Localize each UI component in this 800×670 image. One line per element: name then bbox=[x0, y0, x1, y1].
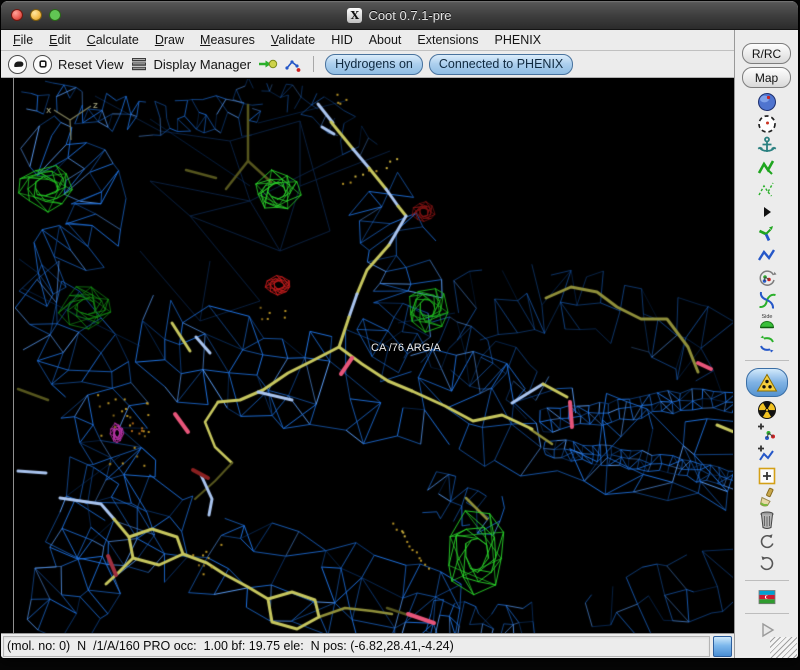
undo-arrow-icon bbox=[756, 531, 778, 553]
tool-play-triangle-button[interactable] bbox=[753, 201, 781, 223]
close-button[interactable] bbox=[11, 9, 23, 21]
frame-line bbox=[13, 78, 14, 633]
flag-icon bbox=[756, 586, 778, 608]
menu-item-draw[interactable]: Draw bbox=[147, 33, 192, 47]
molecule-button[interactable] bbox=[284, 55, 302, 73]
green-dashed-zigzag-icon bbox=[756, 179, 778, 201]
small-square-icon bbox=[37, 58, 49, 70]
status-bar: (mol. no: 0) N /1/A/160 PRO occ: 1.00 bf… bbox=[1, 633, 734, 658]
menu-item-phenix[interactable]: PHENIX bbox=[487, 33, 550, 47]
tool-undo-arrow-button[interactable] bbox=[753, 531, 781, 553]
tool-green-zigzag-button[interactable] bbox=[753, 157, 781, 179]
gl-viewport-area: CA /76 ARG/A bbox=[1, 78, 734, 633]
green-arrow-ball-icon bbox=[257, 54, 278, 74]
menu-item-about[interactable]: About bbox=[361, 33, 410, 47]
tool-bent-bond-button[interactable] bbox=[753, 223, 781, 245]
app-window: X Coot 0.7.1-pre File Edit Calculate Draw Me… bbox=[0, 0, 799, 659]
tool-separator bbox=[744, 613, 789, 614]
tool-green-dashed-zigzag-button[interactable] bbox=[753, 179, 781, 201]
tool-pinwheel-button[interactable] bbox=[753, 289, 781, 311]
toggle-connected-to-phenix[interactable]: Connected to PHENIX bbox=[428, 53, 574, 75]
trash-can-icon bbox=[756, 509, 778, 531]
add-zigzag-icon bbox=[756, 443, 778, 465]
side-toolbar: R/RC Map Side bbox=[734, 30, 798, 658]
tool-swirl-arrows-button[interactable] bbox=[753, 333, 781, 355]
tool-column: Side bbox=[744, 91, 789, 641]
status-frame: (mol. no: 0) N /1/A/160 PRO occ: 1.00 bf… bbox=[3, 635, 710, 657]
resize-grip[interactable] bbox=[770, 637, 797, 658]
green-zigzag-icon bbox=[756, 157, 778, 179]
status-text: (mol. no: 0) N /1/A/160 PRO occ: 1.00 bf… bbox=[7, 639, 454, 653]
map-button[interactable]: Map bbox=[742, 67, 791, 88]
tool-dashed-target-button[interactable] bbox=[753, 113, 781, 135]
display-manager-label[interactable]: Display Manager bbox=[154, 57, 252, 72]
menu-item-validate[interactable]: Validate bbox=[263, 33, 323, 47]
toolbar: Reset View Display Manager Hydrogens on Con… bbox=[1, 51, 734, 78]
tool-paintbrush-button[interactable] bbox=[753, 487, 781, 509]
rrc-button-label: R/RC bbox=[751, 46, 782, 61]
paintbrush-icon bbox=[756, 487, 778, 509]
green-arrow-ball-button[interactable] bbox=[257, 54, 278, 74]
small-square-button[interactable] bbox=[33, 54, 52, 74]
tool-add-molecule-button[interactable] bbox=[753, 421, 781, 443]
x11-icon: X bbox=[347, 7, 363, 23]
add-box-icon bbox=[756, 465, 778, 487]
tool-flag-button[interactable] bbox=[753, 586, 781, 608]
tool-side-chain-sphere-button[interactable]: Side bbox=[753, 311, 781, 333]
menu-item-file[interactable]: File bbox=[5, 33, 41, 47]
molecule-icon bbox=[284, 55, 302, 73]
bent-bond-icon bbox=[756, 223, 778, 245]
menu-item-extensions[interactable]: Extensions bbox=[409, 33, 486, 47]
add-molecule-icon bbox=[756, 421, 778, 443]
tool-add-zigzag-button[interactable] bbox=[753, 443, 781, 465]
tool-blue-sphere-button[interactable] bbox=[753, 91, 781, 113]
menu-bar: File Edit Calculate Draw Measures Validate HID… bbox=[1, 30, 734, 51]
menu-item-edit[interactable]: Edit bbox=[41, 33, 79, 47]
tool-add-box-button[interactable] bbox=[753, 465, 781, 487]
play-triangle-icon bbox=[756, 201, 778, 223]
tool-redo-arrow-button[interactable] bbox=[753, 553, 781, 575]
tool-warning-triangle-button[interactable] bbox=[745, 368, 788, 397]
warning-triangle-icon bbox=[756, 372, 778, 394]
blue-zigzag-icon bbox=[756, 245, 778, 267]
page-title: Coot 0.7.1-pre bbox=[368, 7, 452, 23]
tool-radiation-trefoil-button[interactable] bbox=[753, 399, 781, 421]
layer-stack-icon bbox=[130, 55, 148, 73]
window-controls bbox=[11, 9, 61, 21]
anchor-icon bbox=[756, 135, 778, 157]
side-chain-sphere-icon: Side bbox=[756, 311, 778, 333]
dashed-target-icon bbox=[756, 113, 778, 135]
redo-arrow-icon bbox=[756, 553, 778, 575]
toggle-hydrogens-on[interactable]: Hydrogens on bbox=[325, 53, 423, 75]
pinwheel-icon bbox=[756, 289, 778, 311]
tool-separator bbox=[744, 580, 789, 581]
tool-blue-zigzag-button[interactable] bbox=[753, 245, 781, 267]
rotate-fragment-icon bbox=[756, 267, 778, 289]
tool-separator bbox=[744, 360, 789, 361]
menu-item-measures[interactable]: Measures bbox=[192, 33, 263, 47]
menu-item-hid[interactable]: HID bbox=[323, 33, 361, 47]
layer-stack-button[interactable] bbox=[130, 55, 148, 73]
tool-rotate-fragment-button[interactable] bbox=[753, 267, 781, 289]
toolbar-separator bbox=[313, 56, 315, 72]
title-bar[interactable]: X Coot 0.7.1-pre bbox=[1, 1, 798, 30]
zoom-button[interactable] bbox=[49, 9, 61, 21]
map-button-label: Map bbox=[754, 70, 779, 85]
half-disc-button[interactable] bbox=[8, 54, 27, 74]
pane-handle[interactable] bbox=[713, 635, 732, 657]
atom-label: CA /76 ARG/A bbox=[371, 342, 441, 354]
window-title: X Coot 0.7.1-pre bbox=[1, 7, 798, 23]
half-disc-icon bbox=[12, 58, 24, 70]
tool-trash-can-button[interactable] bbox=[753, 509, 781, 531]
blue-sphere-icon bbox=[756, 91, 778, 113]
minimize-button[interactable] bbox=[30, 9, 42, 21]
menu-item-calculate[interactable]: Calculate bbox=[79, 33, 147, 47]
svg-text:Side: Side bbox=[761, 314, 772, 320]
tool-anchor-button[interactable] bbox=[753, 135, 781, 157]
gl-canvas[interactable] bbox=[15, 79, 733, 633]
rrc-button[interactable]: R/RC bbox=[742, 43, 791, 64]
swirl-arrows-icon bbox=[756, 333, 778, 355]
radiation-trefoil-icon bbox=[756, 399, 778, 421]
reset-view-label[interactable]: Reset View bbox=[58, 57, 124, 72]
